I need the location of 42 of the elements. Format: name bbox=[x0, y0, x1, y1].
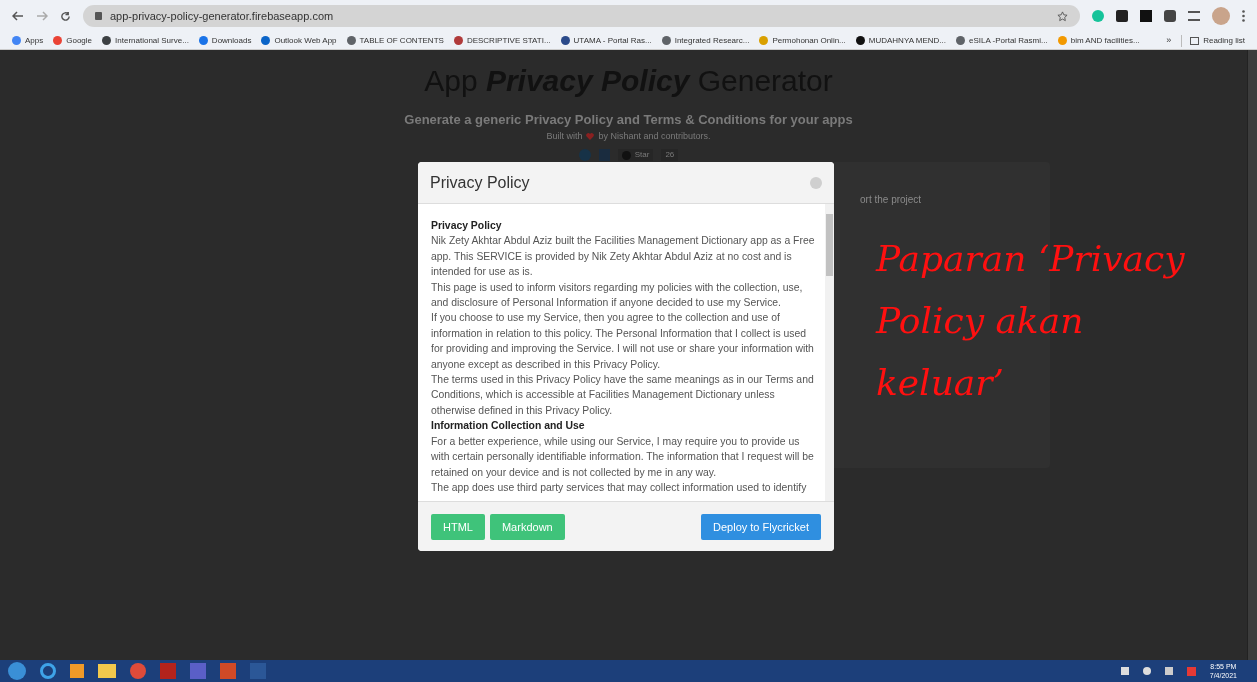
extension-icon[interactable] bbox=[1116, 10, 1128, 22]
close-icon[interactable] bbox=[810, 176, 822, 189]
back-icon[interactable] bbox=[12, 11, 24, 21]
scrollbar-thumb bbox=[826, 214, 833, 276]
bookmark-label: Outlook Web App bbox=[274, 34, 337, 47]
reload-icon[interactable] bbox=[60, 10, 71, 22]
policy-paragraph: For a better experience, while using our Service, I may require you to provide us with certain personally identifiable information. The information that I request will be retained on your device and is not collected by me in any way. bbox=[431, 434, 815, 480]
bookmark[interactable]: Google bbox=[53, 34, 93, 47]
credit-text: by Nishant and contributors. bbox=[598, 129, 711, 143]
policy-heading: Privacy Policy bbox=[431, 219, 503, 233]
background-text: ort the project bbox=[860, 193, 922, 207]
heart-icon bbox=[586, 132, 595, 140]
avatar-icon[interactable] bbox=[1212, 7, 1230, 25]
reading-list-button[interactable]: Reading list bbox=[1181, 34, 1245, 47]
menu-icon[interactable] bbox=[1242, 10, 1245, 22]
star-count: 26 bbox=[661, 149, 679, 161]
policy-paragraph: The terms used in this Privacy Policy have the same meanings as in our Terms and Conditions, which is accessible at Facilities Management Dictionary unless otherwise defined in this Privacy Policy. bbox=[431, 373, 815, 418]
url-text: app-privacy-policy-generator.firebaseapp.com bbox=[110, 8, 334, 24]
bookmark[interactable]: bim AND facilities... bbox=[1057, 34, 1140, 47]
star-icon[interactable] bbox=[1057, 10, 1068, 22]
page-subtitle: Generate a generic Privacy Policy and Terms & Conditions for your apps bbox=[404, 111, 853, 129]
bookmark-label: Google bbox=[66, 34, 93, 47]
bookmark[interactable]: Outlook Web App bbox=[261, 34, 337, 47]
bookmark-label: bim AND facilities... bbox=[1070, 34, 1140, 47]
bookmark-label: Downloads bbox=[211, 34, 252, 47]
credit-text: Built with bbox=[546, 129, 583, 143]
policy-paragraph: Nik Zety Akhtar Abdul Aziz built the Facilities Management Dictionary app as a Free app. This SERVICE is provided by Nik Zety Akhtar Abdul Aziz at no cost and is intended for use as is. bbox=[431, 234, 816, 280]
bookmark[interactable]: Apps bbox=[12, 34, 44, 47]
reading-list-icon bbox=[1190, 36, 1200, 45]
lock-icon bbox=[95, 12, 102, 20]
handwritten-annotation: Paparan ‘Privacy Policy akan keluar’ bbox=[876, 237, 1185, 405]
star-button[interactable]: Star bbox=[617, 149, 654, 161]
bookmark-label: Apps bbox=[25, 34, 44, 47]
forward-icon[interactable] bbox=[36, 11, 48, 21]
policy-heading: Information Collection and Use bbox=[431, 419, 586, 434]
policy-paragraph: This page is used to inform visitors regarding my policies with the collection, use, and disclosure of Personal Information if anyone decided to use my Service. bbox=[431, 280, 804, 311]
policy-paragraph: If you choose to use my Service, then you agree to the collection and use of information in relation to this policy. The Personal Information that I collect is used for providing and improving the Service. I will not use or share your information with anyone except as described in this Privacy Policy. bbox=[431, 311, 815, 372]
dialog-title: Privacy Policy bbox=[430, 172, 531, 193]
address-bar[interactable]: app-privacy-policy-generator.firebaseapp.com bbox=[83, 5, 1080, 27]
bookmark[interactable]: Downloads bbox=[198, 34, 252, 47]
policy-paragraph: The app does use third party services that may collect information used to identify bbox=[431, 480, 808, 495]
more-bookmarks-button[interactable]: » bbox=[1166, 33, 1172, 48]
